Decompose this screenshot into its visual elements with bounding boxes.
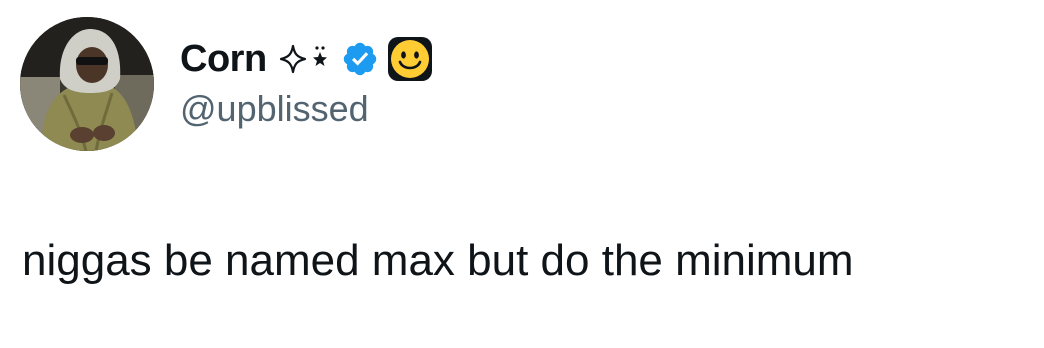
author-handle[interactable]: @upblissed: [180, 88, 369, 130]
author-display-name[interactable]: Corn: [180, 38, 267, 81]
avatar-image: [20, 17, 154, 151]
tweet-text: niggas be named max but do the minimum: [22, 236, 854, 285]
tweet-card: Corn @upblissed niggas be named max but …: [0, 0, 1044, 348]
author-name-row: Corn: [180, 32, 433, 86]
verified-badge-icon[interactable]: [341, 40, 379, 78]
sparkle-and-stars-icon: [277, 42, 331, 76]
avatar[interactable]: [20, 17, 154, 151]
smiling-face-emoji: [387, 36, 433, 82]
